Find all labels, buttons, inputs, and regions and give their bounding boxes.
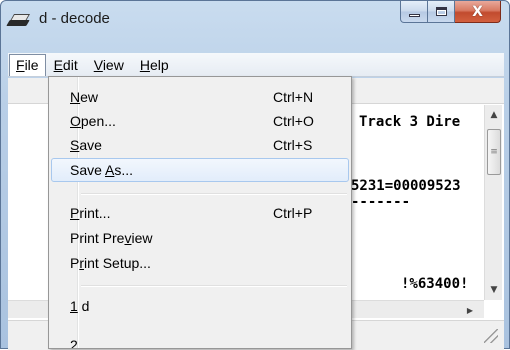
menu-view[interactable]: View [86,54,132,76]
title-bar[interactable]: d - decode X [1,1,509,35]
window-title: d - decode [39,10,110,27]
close-button[interactable]: X [455,1,501,23]
text-line-track: Track 3 Dire [359,114,461,130]
app-icon[interactable] [6,12,31,27]
scroll-thumb[interactable]: ≡ [487,129,501,175]
close-icon: X [472,3,483,20]
shortcut-open: Ctrl+O [273,113,314,129]
menu-item-save-as[interactable]: Save As... [51,158,349,182]
caption-buttons: X [400,1,501,23]
maximize-icon [435,7,447,16]
shortcut-save: Ctrl+S [273,137,313,153]
text-line-data: 5231=00009523 [351,178,461,194]
menu-item-open[interactable]: Open... Ctrl+O [51,109,349,133]
scroll-right-icon[interactable]: ▶ [462,301,478,319]
shortcut-print: Ctrl+P [273,205,313,221]
menu-help[interactable]: Help [132,54,177,76]
menu-item-recent-1[interactable]: 1 d [51,294,349,318]
menu-item-print-setup[interactable]: Print Setup... [51,251,349,275]
menu-bar: File Edit View Help [8,53,504,77]
menu-separator [81,285,347,286]
menu-edit[interactable]: Edit [46,54,86,76]
text-line-dashes: ------- [351,194,411,210]
minimize-icon [408,14,420,17]
text-line-percent: !%63400! [401,276,469,292]
menu-item-print-preview[interactable]: Print Preview [51,226,349,250]
menu-item-recent-2[interactable]: 2 ... [51,333,349,348]
maximize-button[interactable] [428,1,455,23]
menu-file[interactable]: File [9,53,46,76]
shortcut-new: Ctrl+N [273,89,314,105]
scroll-up-icon[interactable]: ▲ [485,107,503,123]
file-menu-dropdown: New Ctrl+N Open... Ctrl+O Save Ctrl+S Sa… [48,76,352,349]
minimize-button[interactable] [400,1,428,23]
scroll-down-icon[interactable]: ▼ [485,282,503,298]
menu-item-print[interactable]: Print... Ctrl+P [51,201,349,225]
resize-grip-icon[interactable] [484,329,498,343]
vertical-scrollbar[interactable]: ▲ ≡ ▼ [484,105,502,300]
menu-item-new[interactable]: New Ctrl+N [51,85,349,109]
menu-item-save[interactable]: Save Ctrl+S [51,133,349,157]
menu-separator [81,193,347,194]
